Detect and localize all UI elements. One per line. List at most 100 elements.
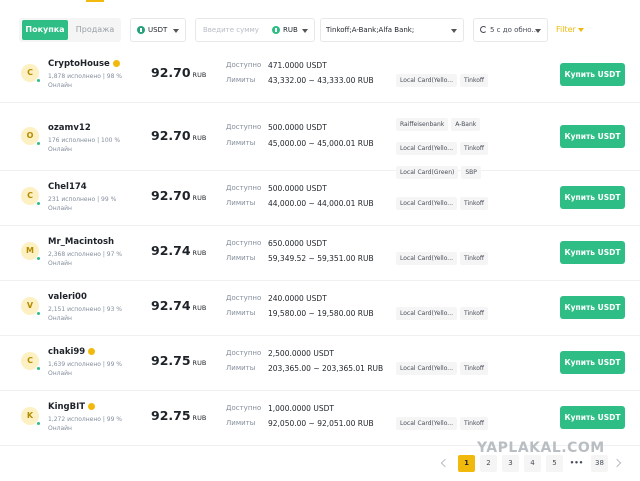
- limits-value: 45,000.00 ~ 45,000.01 RUB: [268, 139, 374, 148]
- price: 92.70 RUB: [151, 188, 206, 203]
- payment-method-select[interactable]: Tinkoff;A-Bank;Alfa Bank;: [320, 18, 464, 42]
- buy-usdt-button[interactable]: Купить USDT: [560, 351, 625, 374]
- payment-method-tag: Tinkoff: [460, 307, 489, 320]
- verified-badge-icon: [88, 347, 96, 355]
- page-button[interactable]: 1: [458, 455, 475, 472]
- limits-label: Лимиты: [226, 254, 256, 262]
- merchant-status: Онлайн: [48, 315, 72, 322]
- payment-method-tag: Local Card(Yello...: [396, 197, 458, 210]
- amount-placeholder: Введите сумму: [203, 26, 259, 34]
- avatar[interactable]: C: [21, 352, 41, 371]
- merchant-stats: 2,151 исполнено | 93 %: [48, 306, 122, 313]
- buy-usdt-button[interactable]: Купить USDT: [560, 296, 625, 319]
- price-currency: RUB: [192, 249, 207, 257]
- ad-list: C CryptoHouse 1,878 исполнено | 98 % Онлайн…: [0, 48, 640, 446]
- price: 92.74 RUB: [151, 243, 206, 258]
- payment-method-tag: Tinkoff: [460, 252, 489, 265]
- buy-usdt-button[interactable]: Купить USDT: [560, 406, 625, 429]
- prev-page-icon[interactable]: [440, 458, 450, 468]
- filter-label: Filter: [556, 25, 576, 34]
- available-label: Доступно: [226, 123, 262, 131]
- ad-row: Vvaleri00 2,151 исполнено | 93 % Онлайн 92.…: [0, 281, 640, 336]
- price: 92.74 RUB: [151, 298, 206, 313]
- payment-method-tag: Local Card(Yello...: [396, 74, 458, 87]
- page-button[interactable]: 2: [480, 455, 497, 472]
- payment-method-tag: Local Card(Yello...: [396, 307, 458, 320]
- merchant-status: Онлайн: [48, 82, 72, 89]
- merchant-name[interactable]: Chel174: [48, 182, 87, 192]
- price-value: 92.70: [151, 188, 191, 203]
- price-currency: RUB: [192, 304, 207, 312]
- merchant-name[interactable]: ozamv12: [48, 123, 91, 133]
- merchant-name[interactable]: valeri00: [48, 292, 87, 302]
- merchant-stats: 1,639 исполнено | 99 %: [48, 361, 122, 368]
- merchant-name-text: Mr_Macintosh: [48, 237, 115, 247]
- price: 92.75 RUB: [151, 353, 206, 368]
- avatar-initial: V: [26, 301, 34, 310]
- online-indicator-icon: [36, 201, 41, 206]
- asset-select[interactable]: USDT: [130, 18, 186, 42]
- filter-button[interactable]: Filter: [556, 18, 584, 42]
- available-value: 500.0000 USDT: [268, 123, 327, 132]
- watermark: YAPLAKAL.COM: [477, 440, 605, 456]
- amount-input[interactable]: Введите сумму RUB: [195, 18, 315, 42]
- available-label: Доступно: [226, 184, 262, 192]
- avatar[interactable]: O: [21, 127, 41, 146]
- limits-label: Лимиты: [226, 364, 256, 372]
- online-indicator-icon: [36, 311, 41, 316]
- limits-label: Лимиты: [226, 419, 256, 427]
- merchant-status: Онлайн: [48, 370, 72, 377]
- available-value: 240.0000 USDT: [268, 294, 327, 303]
- page-button[interactable]: 5: [546, 455, 563, 472]
- asset-value: USDT: [148, 26, 168, 34]
- buy-usdt-button[interactable]: Купить USDT: [560, 241, 625, 264]
- page-button[interactable]: 3: [502, 455, 519, 472]
- buy-tab[interactable]: Покупка: [22, 20, 68, 40]
- sell-tab[interactable]: Продажа: [72, 20, 118, 40]
- online-indicator-icon: [36, 421, 41, 426]
- tab-indicator: [86, 0, 104, 2]
- price-currency: RUB: [192, 194, 207, 202]
- avatar-initial: M: [26, 246, 34, 255]
- limits-value: 92,050.00 ~ 92,051.00 RUB: [268, 419, 374, 428]
- price: 92.75 RUB: [151, 408, 206, 423]
- avatar-initial: C: [27, 191, 33, 200]
- buy-usdt-button[interactable]: Купить USDT: [560, 125, 625, 148]
- merchant-status: Онлайн: [48, 146, 72, 153]
- payment-method-value: Tinkoff;A-Bank;Alfa Bank;: [326, 26, 415, 34]
- buy-usdt-button[interactable]: Купить USDT: [560, 63, 625, 86]
- merchant-name[interactable]: Mr_Macintosh: [48, 237, 114, 247]
- payment-methods: Local Card(Yello... Tinkoff: [396, 190, 546, 214]
- limits-label: Лимиты: [226, 199, 256, 207]
- avatar[interactable]: V: [21, 297, 41, 316]
- payment-method-tag: Tinkoff: [460, 197, 489, 210]
- refresh-select[interactable]: 5 с до обно...: [473, 18, 548, 42]
- price-value: 92.70: [151, 65, 191, 80]
- available-label: Доступно: [226, 404, 262, 412]
- limits-value: 43,332.00 ~ 43,333.00 RUB: [268, 76, 374, 85]
- payment-methods: Local Card(Yello... Tinkoff: [396, 300, 546, 324]
- limits-value: 19,580.00 ~ 19,580.00 RUB: [268, 309, 374, 318]
- next-page-icon[interactable]: [612, 458, 622, 468]
- merchant-name[interactable]: KingBIT: [48, 402, 96, 412]
- page-button[interactable]: 4: [524, 455, 541, 472]
- avatar[interactable]: C: [21, 187, 41, 206]
- avatar[interactable]: M: [21, 242, 41, 261]
- payment-method-tag: Tinkoff: [460, 74, 489, 87]
- ad-row: M Mr_Macintosh 2,368 исполнено | 97 % Онлай…: [0, 226, 640, 281]
- payment-method-tag: A-Bank: [451, 118, 481, 131]
- merchant-name[interactable]: chaki99: [48, 347, 96, 357]
- fiat-select[interactable]: RUB: [266, 19, 298, 41]
- page-button[interactable]: 38: [591, 455, 608, 472]
- avatar[interactable]: C: [21, 64, 41, 83]
- pagination-ellipsis: •••: [569, 459, 584, 467]
- price-value: 92.75: [151, 408, 191, 423]
- buy-usdt-button[interactable]: Купить USDT: [560, 186, 625, 209]
- avatar[interactable]: K: [21, 407, 41, 426]
- merchant-name-text: valeri00: [48, 292, 87, 302]
- limits-value: 44,000.00 ~ 44,000.01 RUB: [268, 199, 374, 208]
- merchant-name[interactable]: CryptoHouse: [48, 59, 120, 69]
- merchant-name-text: KingBIT: [48, 402, 86, 412]
- merchant-stats: 231 исполнено | 99 %: [48, 196, 117, 203]
- price: 92.70 RUB: [151, 128, 206, 143]
